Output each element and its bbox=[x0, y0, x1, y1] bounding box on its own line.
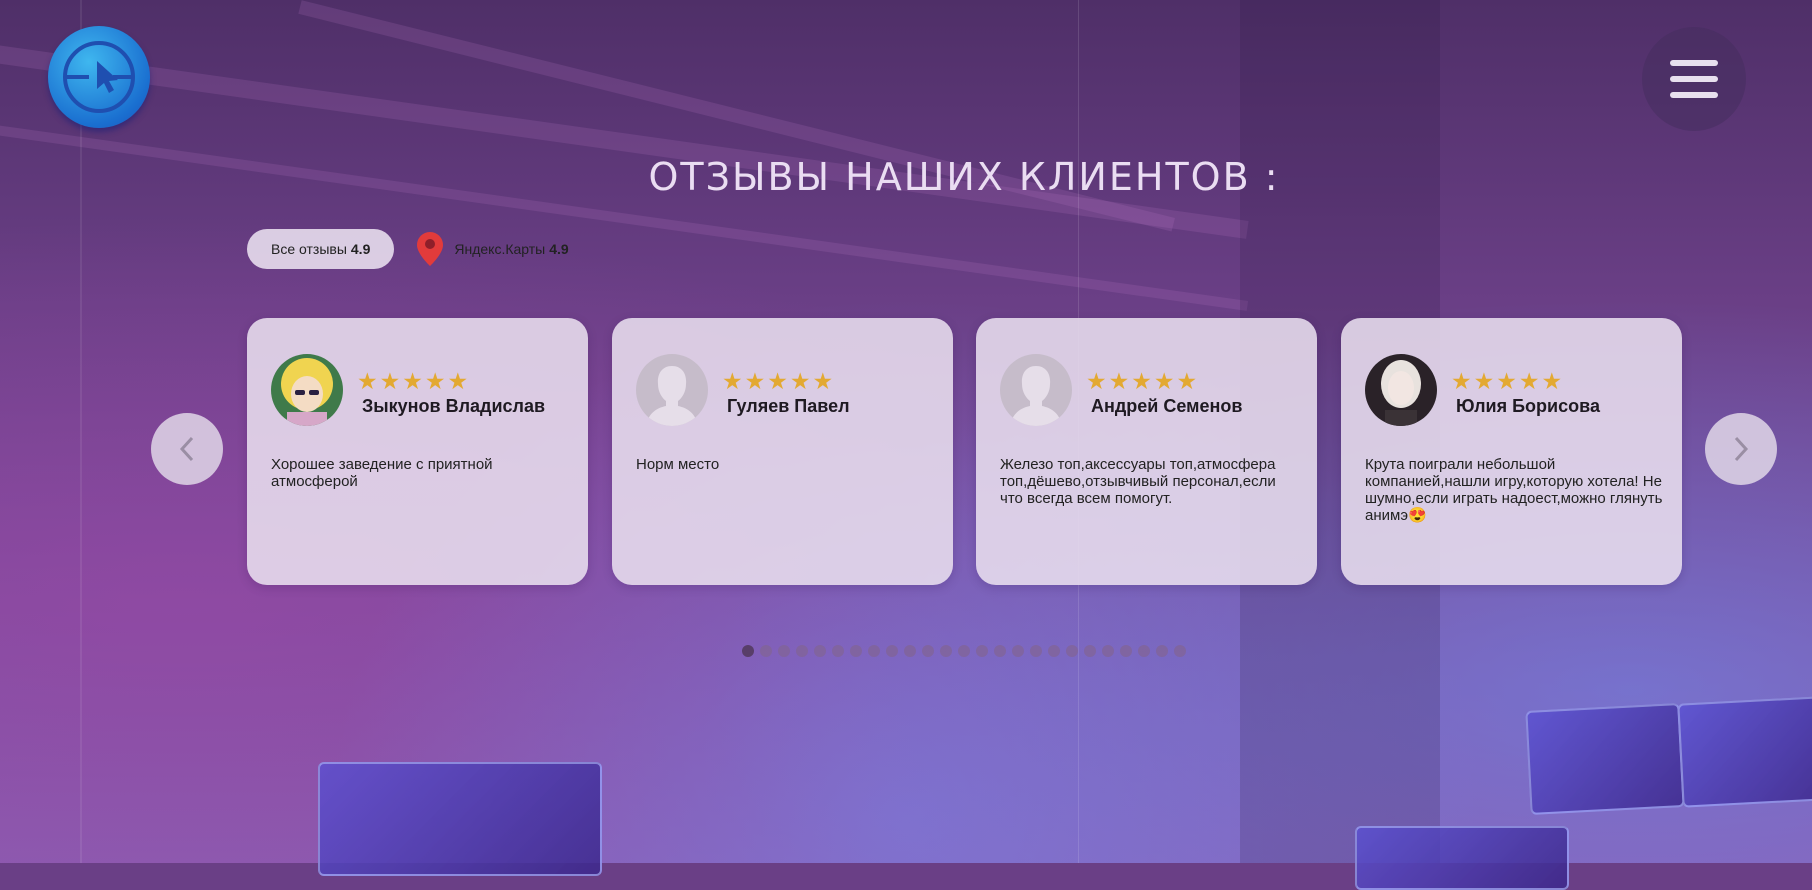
pagination-dot[interactable] bbox=[976, 645, 988, 657]
reviewer-avatar bbox=[636, 354, 708, 426]
review-text: Железо топ,аксессуары топ,атмосфера топ,… bbox=[1000, 456, 1276, 507]
reviewer-avatar bbox=[1365, 354, 1437, 426]
star-icon: ★ bbox=[1086, 368, 1107, 394]
pagination-dot[interactable] bbox=[1174, 645, 1186, 657]
pagination-dot[interactable] bbox=[1066, 645, 1078, 657]
pillar bbox=[80, 0, 82, 863]
star-icon: ★ bbox=[1541, 368, 1563, 394]
reviewer-name: Андрей Семенов bbox=[1091, 396, 1243, 416]
pagination-dot[interactable] bbox=[922, 645, 934, 657]
star-icon: ★ bbox=[1451, 368, 1472, 394]
star-icon: ★ bbox=[1153, 368, 1175, 394]
pagination-dot[interactable] bbox=[1084, 645, 1096, 657]
star-icon: ★ bbox=[1496, 368, 1517, 394]
star-icon: ★ bbox=[424, 368, 446, 394]
pagination-dot[interactable] bbox=[1030, 645, 1042, 657]
cursor-target-icon bbox=[63, 41, 135, 113]
chevron-right-icon bbox=[1734, 436, 1749, 462]
carousel-pagination bbox=[742, 645, 1186, 657]
all-reviews-rating: 4.9 bbox=[350, 241, 371, 257]
menu-button[interactable] bbox=[1642, 27, 1746, 131]
review-card: ★ ★ ★ ★ ★ Андрей Семенов Железо топ,аксе… bbox=[976, 318, 1317, 585]
ratings-summary: Все отзывы 4.9 Яндекс.Карты 4.9 bbox=[247, 229, 569, 269]
pagination-dot[interactable] bbox=[742, 645, 754, 657]
pagination-dot[interactable] bbox=[886, 645, 898, 657]
pagination-dot[interactable] bbox=[1102, 645, 1114, 657]
star-rating: ★ ★ ★ ★ ★ bbox=[722, 370, 833, 393]
yandex-maps-link[interactable]: Яндекс.Карты 4.9 bbox=[416, 231, 569, 267]
pagination-dot[interactable] bbox=[778, 645, 790, 657]
logo[interactable] bbox=[48, 26, 150, 128]
pagination-dot[interactable] bbox=[868, 645, 880, 657]
pagination-dot[interactable] bbox=[1156, 645, 1168, 657]
star-icon: ★ bbox=[812, 368, 834, 394]
review-card: ★ ★ ★ ★ ★ Гуляев Павел Норм место bbox=[612, 318, 953, 585]
background-monitor bbox=[1355, 826, 1569, 890]
pagination-dot[interactable] bbox=[904, 645, 916, 657]
pagination-dot[interactable] bbox=[850, 645, 862, 657]
chevron-left-icon bbox=[179, 436, 194, 462]
background-monitor bbox=[1677, 696, 1812, 808]
pagination-dot[interactable] bbox=[994, 645, 1006, 657]
pagination-dot[interactable] bbox=[814, 645, 826, 657]
pagination-dot[interactable] bbox=[832, 645, 844, 657]
star-icon: ★ bbox=[357, 368, 378, 394]
yandex-label: Яндекс.Карты bbox=[454, 241, 546, 257]
pagination-dot[interactable] bbox=[796, 645, 808, 657]
yandex-rating: 4.9 bbox=[549, 241, 569, 257]
pagination-dot[interactable] bbox=[940, 645, 952, 657]
star-icon: ★ bbox=[1473, 368, 1495, 394]
star-icon: ★ bbox=[767, 368, 788, 394]
review-text: Норм место bbox=[636, 456, 720, 473]
star-icon: ★ bbox=[789, 368, 811, 394]
all-reviews-label: Все отзывы bbox=[271, 241, 347, 257]
star-icon: ★ bbox=[1518, 368, 1540, 394]
map-pin-icon bbox=[417, 232, 444, 266]
star-icon: ★ bbox=[1108, 368, 1130, 394]
reviewer-name: Юлия Борисова bbox=[1456, 396, 1600, 416]
background-monitor bbox=[318, 762, 602, 876]
ceiling-beam bbox=[0, 40, 1249, 239]
pagination-dot[interactable] bbox=[1012, 645, 1024, 657]
all-reviews-button[interactable]: Все отзывы 4.9 bbox=[247, 229, 395, 269]
star-icon: ★ bbox=[379, 368, 401, 394]
background-monitor bbox=[1525, 703, 1685, 815]
reviewer-name: Гуляев Павел bbox=[727, 396, 850, 416]
pagination-dot[interactable] bbox=[958, 645, 970, 657]
star-icon: ★ bbox=[1176, 368, 1198, 394]
carousel-next-button[interactable] bbox=[1705, 413, 1777, 485]
pagination-dot[interactable] bbox=[1120, 645, 1132, 657]
pagination-dot[interactable] bbox=[1048, 645, 1060, 657]
section-title: ОТЗЫВЫ НАШИХ КЛИЕНТОВ : bbox=[648, 155, 1280, 200]
star-icon: ★ bbox=[722, 368, 743, 394]
reviewer-name: Зыкунов Владислав bbox=[362, 396, 546, 416]
reviewer-avatar bbox=[1000, 354, 1072, 426]
star-icon: ★ bbox=[744, 368, 766, 394]
star-icon: ★ bbox=[402, 368, 423, 394]
review-card: ★ ★ ★ ★ ★ Зыкунов Владислав Хорошее заве… bbox=[247, 318, 588, 585]
star-rating: ★ ★ ★ ★ ★ bbox=[1451, 370, 1562, 393]
review-card: ★ ★ ★ ★ ★ Юлия Борисова Крута поиграли н… bbox=[1341, 318, 1682, 585]
star-icon: ★ bbox=[1131, 368, 1152, 394]
pagination-dot[interactable] bbox=[760, 645, 772, 657]
star-rating: ★ ★ ★ ★ ★ bbox=[357, 370, 468, 393]
star-icon: ★ bbox=[447, 368, 469, 394]
review-text: Хорошее заведение с приятной атмосферой bbox=[271, 456, 493, 490]
review-text: Крута поиграли небольшой компанией,нашли… bbox=[1365, 456, 1663, 524]
reviewer-avatar bbox=[271, 354, 343, 426]
star-rating: ★ ★ ★ ★ ★ bbox=[1086, 370, 1197, 393]
hamburger-menu-icon bbox=[1670, 60, 1718, 98]
carousel-prev-button[interactable] bbox=[151, 413, 223, 485]
pagination-dot[interactable] bbox=[1138, 645, 1150, 657]
